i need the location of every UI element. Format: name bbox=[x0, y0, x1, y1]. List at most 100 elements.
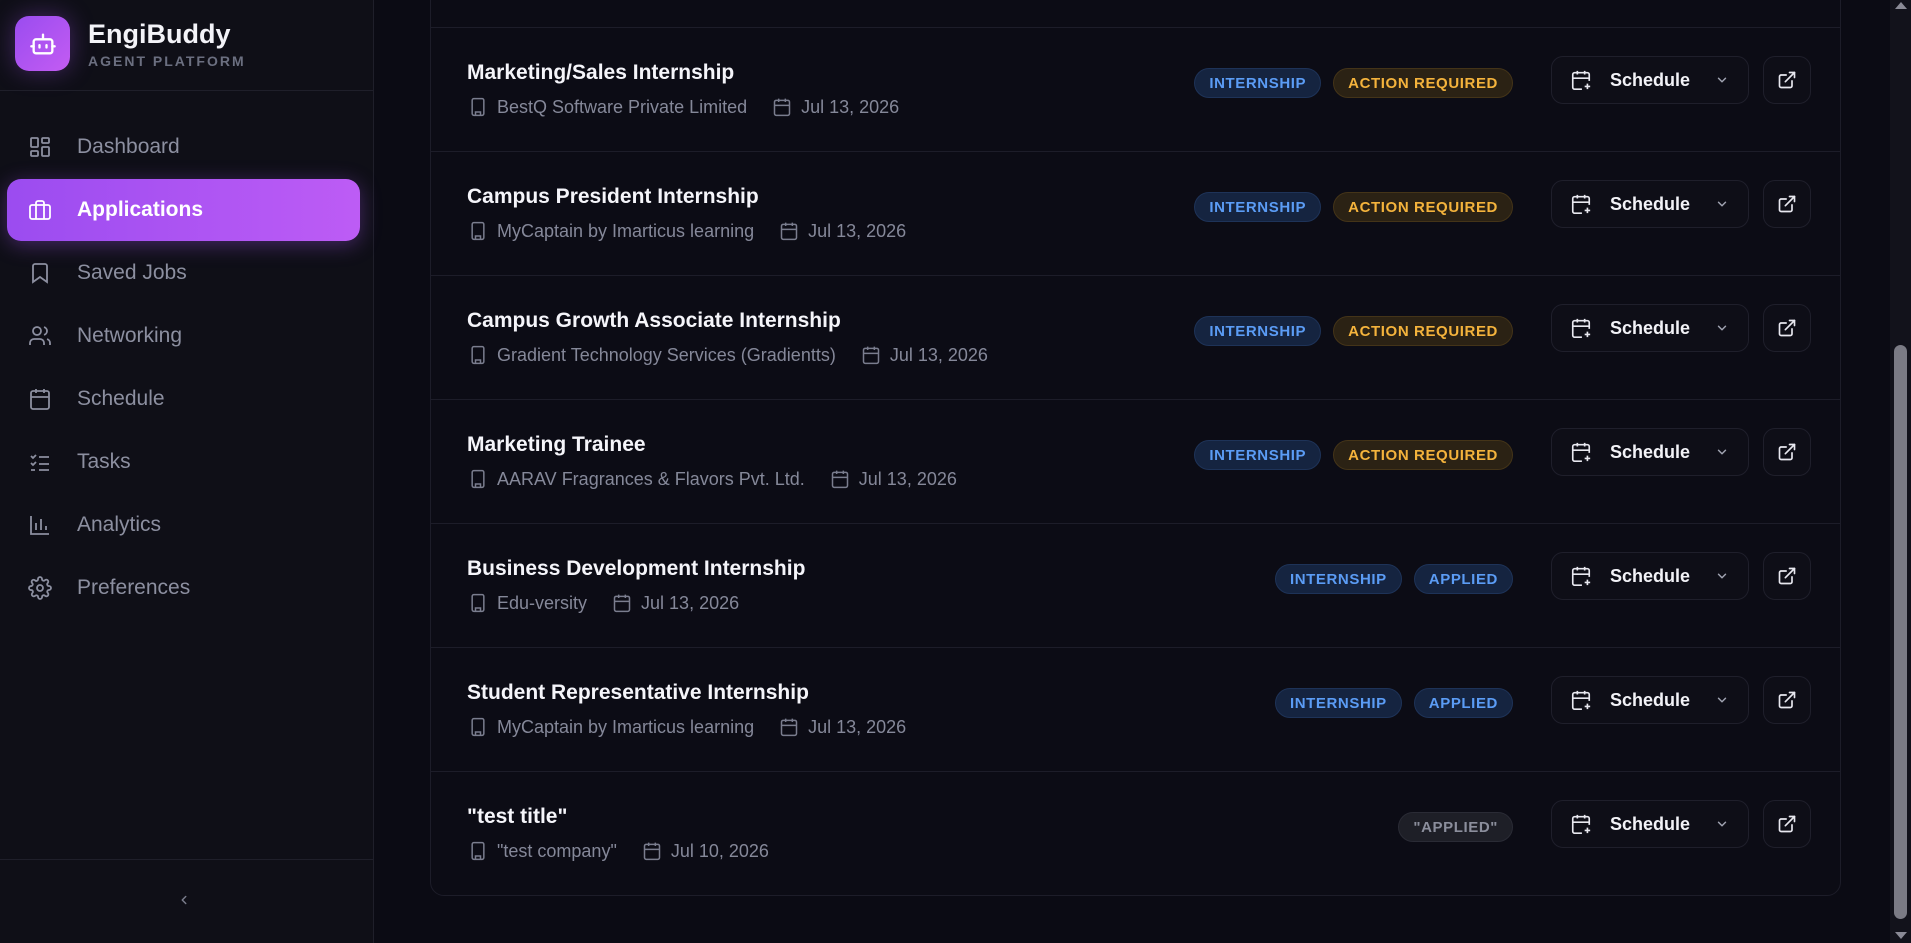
calendar-icon bbox=[778, 716, 800, 738]
sidebar-item-schedule[interactable]: Schedule bbox=[7, 368, 360, 430]
schedule-button[interactable]: Schedule bbox=[1551, 428, 1749, 476]
sidebar-item-label: Tasks bbox=[77, 450, 131, 473]
badge-group: INTERNSHIP ACTION REQUIRED bbox=[1194, 192, 1513, 222]
schedule-label: Schedule bbox=[1610, 193, 1691, 214]
status-badge: INTERNSHIP bbox=[1194, 68, 1322, 98]
status-badge: ACTION REQUIRED bbox=[1333, 316, 1513, 346]
open-external-button[interactable] bbox=[1763, 800, 1811, 848]
building-icon bbox=[467, 96, 489, 118]
calendar-icon bbox=[611, 592, 633, 614]
application-date: Jul 10, 2026 bbox=[670, 840, 769, 861]
external-link-icon bbox=[1777, 318, 1797, 338]
application-title[interactable]: "test title" bbox=[467, 805, 567, 829]
status-badge: ACTION REQUIRED bbox=[1333, 440, 1513, 470]
sidebar-item-tasks[interactable]: Tasks bbox=[7, 431, 360, 493]
external-link-icon bbox=[1777, 194, 1797, 214]
chevron-down-icon[interactable] bbox=[1714, 320, 1730, 336]
company-name: BestQ Software Private Limited bbox=[497, 96, 748, 117]
schedule-label: Schedule bbox=[1610, 317, 1691, 338]
chevron-down-icon[interactable] bbox=[1714, 196, 1730, 212]
open-external-button[interactable] bbox=[1763, 180, 1811, 228]
chevron-down-icon[interactable] bbox=[1714, 816, 1730, 832]
brand-name: EngiBuddy bbox=[88, 18, 231, 49]
building-icon bbox=[467, 468, 489, 490]
open-external-button[interactable] bbox=[1763, 56, 1811, 104]
application-date: Jul 13, 2026 bbox=[808, 716, 907, 737]
scroll-up-arrow[interactable] bbox=[1895, 2, 1907, 9]
building-icon bbox=[467, 592, 489, 614]
schedule-button[interactable]: Schedule bbox=[1551, 304, 1749, 352]
status-badge: APPLIED bbox=[1413, 564, 1513, 594]
badge-group: INTERNSHIP ACTION REQUIRED bbox=[1194, 440, 1513, 470]
sidebar-item-preferences[interactable]: Preferences bbox=[7, 557, 360, 619]
chevron-down-icon[interactable] bbox=[1714, 692, 1730, 708]
schedule-button[interactable]: Schedule bbox=[1551, 800, 1749, 848]
badge-group: INTERNSHIP ACTION REQUIRED bbox=[1194, 316, 1513, 346]
divider bbox=[0, 90, 374, 91]
calendar-icon bbox=[778, 220, 800, 242]
sidebar-item-label: Preferences bbox=[77, 576, 191, 599]
list-item[interactable]: Student Representative Internship MyCapta… bbox=[431, 647, 1840, 771]
list-item[interactable]: "test title" "test company" Jul 10, 2026 "A… bbox=[431, 771, 1840, 895]
schedule-button[interactable]: Schedule bbox=[1551, 676, 1749, 724]
open-external-button[interactable] bbox=[1763, 304, 1811, 352]
badge-group: INTERNSHIP APPLIED bbox=[1274, 564, 1513, 594]
list-item[interactable]: Campus Growth Associate Internship Gradie… bbox=[431, 275, 1840, 399]
dashboard-icon bbox=[27, 134, 53, 160]
sidebar-item-analytics[interactable]: Analytics bbox=[7, 494, 360, 556]
chevron-down-icon[interactable] bbox=[1714, 72, 1730, 88]
application-title[interactable]: Campus President Internship bbox=[467, 185, 759, 209]
chevron-left-icon[interactable] bbox=[173, 889, 195, 911]
application-date: Jul 13, 2026 bbox=[801, 96, 900, 117]
application-meta: AARAV Fragrances & Flavors Pvt. Ltd. Jul … bbox=[467, 468, 957, 490]
robot-icon bbox=[15, 16, 70, 71]
schedule-button[interactable]: Schedule bbox=[1551, 552, 1749, 600]
calendar-icon bbox=[641, 840, 663, 862]
schedule-button[interactable]: Schedule bbox=[1551, 180, 1749, 228]
sidebar-item-applications[interactable]: Applications bbox=[7, 179, 360, 241]
application-title[interactable]: Campus Growth Associate Internship bbox=[467, 309, 841, 333]
sidebar-nav: Dashboard Applications Saved Jobs Networ… bbox=[7, 116, 360, 620]
list-item[interactable]: Marketing Trainee AARAV Fragrances & Flav… bbox=[431, 399, 1840, 523]
sidebar-item-label: Dashboard bbox=[77, 135, 180, 158]
scroll-down-arrow[interactable] bbox=[1895, 932, 1907, 939]
calendar-icon bbox=[829, 468, 851, 490]
brand[interactable]: EngiBuddy AGENT PLATFORM bbox=[15, 16, 246, 71]
list-item[interactable]: Business Development Internship Edu-versi… bbox=[431, 523, 1840, 647]
scrollbar-thumb[interactable] bbox=[1894, 345, 1907, 919]
application-date: Jul 13, 2026 bbox=[889, 344, 988, 365]
scrollbar[interactable] bbox=[1890, 0, 1911, 943]
list-item[interactable]: Campus President Internship MyCaptain by … bbox=[431, 151, 1840, 275]
calendar-plus-icon bbox=[1570, 193, 1592, 215]
status-badge: "APPLIED" bbox=[1398, 812, 1513, 842]
status-badge: ACTION REQUIRED bbox=[1333, 68, 1513, 98]
chevron-down-icon[interactable] bbox=[1714, 568, 1730, 584]
schedule-button[interactable]: Schedule bbox=[1551, 56, 1749, 104]
application-title[interactable]: Business Development Internship bbox=[467, 557, 805, 581]
building-icon bbox=[467, 840, 489, 862]
open-external-button[interactable] bbox=[1763, 552, 1811, 600]
open-external-button[interactable] bbox=[1763, 676, 1811, 724]
calendar-icon bbox=[27, 386, 53, 412]
application-title[interactable]: Marketing Trainee bbox=[467, 433, 646, 457]
application-title[interactable]: Marketing/Sales Internship bbox=[467, 61, 734, 85]
sidebar-item-saved-jobs[interactable]: Saved Jobs bbox=[7, 242, 360, 304]
sidebar-item-label: Analytics bbox=[77, 513, 162, 536]
calendar-icon bbox=[860, 344, 882, 366]
open-external-button[interactable] bbox=[1763, 428, 1811, 476]
list-checks-icon bbox=[27, 449, 53, 475]
calendar-plus-icon bbox=[1570, 69, 1592, 91]
calendar-plus-icon bbox=[1570, 317, 1592, 339]
company-name: Gradient Technology Services (Gradientts… bbox=[497, 344, 836, 365]
sidebar-item-dashboard[interactable]: Dashboard bbox=[7, 116, 360, 178]
calendar-icon bbox=[771, 96, 793, 118]
external-link-icon bbox=[1777, 814, 1797, 834]
chevron-down-icon[interactable] bbox=[1714, 444, 1730, 460]
application-meta: MyCaptain by Imarticus learning Jul 13, 2… bbox=[467, 716, 906, 738]
users-icon bbox=[27, 323, 53, 349]
application-title[interactable]: Student Representative Internship bbox=[467, 681, 809, 705]
company-name: "test company" bbox=[497, 840, 617, 861]
gear-icon bbox=[27, 575, 53, 601]
sidebar-item-networking[interactable]: Networking bbox=[7, 305, 360, 367]
list-item[interactable]: Marketing/Sales Internship BestQ Software… bbox=[431, 27, 1840, 151]
